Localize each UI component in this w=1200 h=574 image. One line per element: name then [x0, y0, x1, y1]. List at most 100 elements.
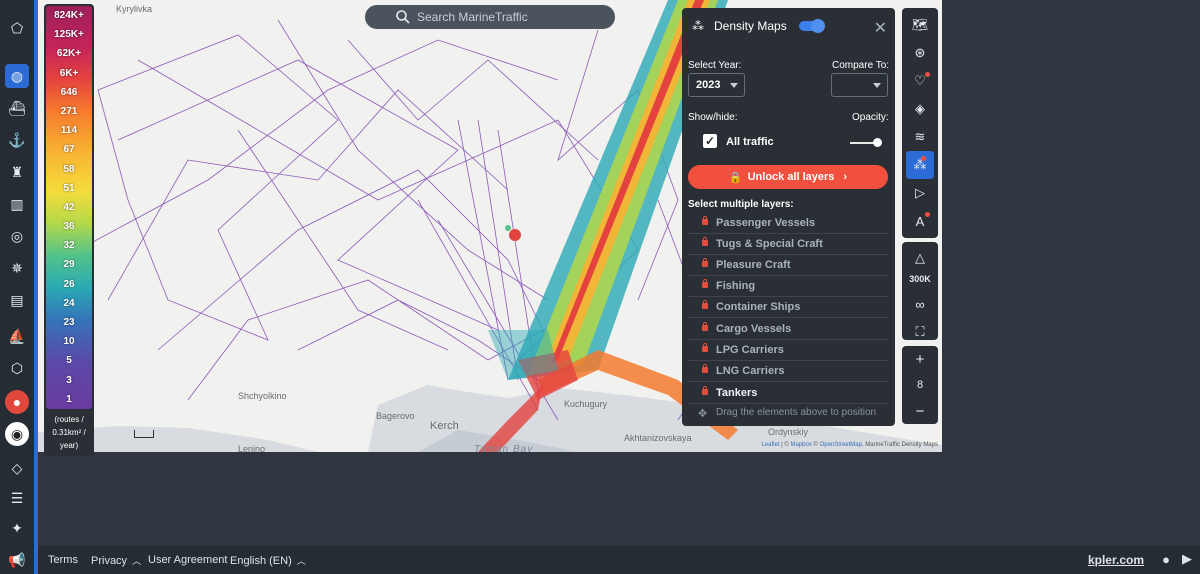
legend-tick: 3 — [66, 374, 72, 386]
place-label: Kerch — [430, 420, 459, 432]
cube-icon[interactable]: ⬡ — [5, 356, 29, 380]
wheel-icon[interactable]: ✵ — [5, 256, 29, 280]
unlock-all-layers-button[interactable]: 🔒 Unlock all layers › — [688, 165, 888, 189]
tag-icon[interactable]: ◇ — [5, 456, 29, 480]
lock-icon — [702, 258, 708, 267]
search-placeholder: Search MarineTraffic — [417, 10, 528, 24]
play-icon[interactable]: ▷ — [902, 179, 938, 207]
database-icon[interactable]: ☰ — [5, 486, 29, 510]
legend-tick: 271 — [60, 105, 78, 117]
layer-item[interactable]: Container Ships — [688, 297, 888, 318]
google-play-icon[interactable]: ▶ — [1182, 551, 1192, 567]
terms-link[interactable]: Terms — [48, 554, 78, 566]
search-icon — [396, 10, 410, 24]
legend-tick: 26 — [63, 278, 75, 290]
language-selector[interactable]: English (EN) ︿ — [230, 554, 306, 567]
layer-label: LPG Carriers — [716, 344, 784, 356]
ship-icon[interactable]: ⛴ — [5, 96, 29, 120]
signal-icon[interactable]: ◎ — [5, 224, 29, 248]
map-tools: △ 300K ∞ ⛶ — [902, 242, 938, 340]
year-select[interactable]: 2023 — [688, 73, 745, 97]
building-icon[interactable]: ▥ — [5, 192, 29, 216]
legend-tick: 67 — [63, 144, 75, 156]
mapbox-link[interactable]: Mapbox — [790, 442, 811, 448]
zoom-out-button[interactable]: − — [902, 398, 938, 424]
opacity-label: Opacity: — [852, 112, 889, 123]
map-icon[interactable]: 🗺 — [902, 11, 938, 39]
place-label: Shchyolkino — [238, 391, 287, 401]
layer-item[interactable]: Passenger Vessels — [688, 213, 888, 234]
kpler-link[interactable]: kpler.com — [1088, 553, 1144, 567]
water-label: Taman Bay — [474, 444, 534, 452]
compare-select[interactable] — [831, 73, 888, 97]
select-year-label: Select Year: — [688, 60, 742, 71]
user-agreement-link[interactable]: User Agreement — [148, 554, 227, 566]
link-icon[interactable]: ∞ — [902, 290, 938, 318]
globe-icon[interactable]: ◍ — [5, 64, 29, 88]
panel-header: ⁂ Density Maps ✕ — [682, 8, 895, 44]
layer-item[interactable]: LNG Carriers — [688, 361, 888, 382]
account-icon[interactable]: ◉ — [5, 422, 29, 446]
close-icon[interactable]: ✕ — [874, 18, 887, 38]
layer-label: Tugs & Special Craft — [716, 238, 823, 250]
density-maps-icon[interactable]: ⁂ — [906, 151, 934, 179]
year-value: 2023 — [696, 79, 721, 91]
dashboard-icon[interactable]: ▤ — [5, 288, 29, 312]
panel-title: Density Maps — [714, 19, 787, 33]
layers-icon[interactable]: ◈ — [902, 95, 938, 123]
drag-hint-text: Drag the elements above to position — [716, 407, 877, 418]
fullscreen-icon[interactable]: ⛶ — [902, 318, 938, 346]
scale-value: 300K — [909, 274, 931, 284]
privacy-link[interactable]: Privacy ︿ — [91, 554, 141, 567]
lock-icon — [702, 322, 708, 331]
measure-icon[interactable]: A — [902, 207, 938, 235]
notification-dot — [925, 212, 930, 217]
layer-item[interactable]: Cargo Vessels — [688, 319, 888, 340]
density-maps-panel: ⁂ Density Maps ✕ Select Year: Compare To… — [682, 8, 895, 426]
compare-label: Compare To: — [832, 60, 890, 71]
layer-item[interactable]: Pleasure Craft — [688, 255, 888, 276]
layer-item[interactable]: Tugs & Special Craft — [688, 234, 888, 255]
density-toggle[interactable] — [798, 19, 825, 33]
logo-icon[interactable]: ⬠ — [5, 16, 29, 40]
fleet-icon[interactable]: ⛵ — [5, 324, 29, 348]
legend-gradient: 824K+ 125K+ 62K+ 6K+ 646 271 114 67 58 5… — [46, 6, 92, 409]
legend-tick: 114 — [60, 125, 78, 137]
lock-icon — [702, 364, 708, 373]
lock-icon — [702, 237, 708, 246]
legend-tick: 646 — [60, 86, 78, 98]
layer-item[interactable]: Tankers — [688, 383, 888, 404]
user-alert-icon[interactable]: ● — [5, 390, 29, 414]
lock-icon: 🔒 — [728, 171, 743, 184]
compass-icon[interactable]: △ — [902, 244, 938, 272]
chevron-right-icon: › — [843, 171, 848, 183]
weather-icon[interactable]: ≋ — [902, 123, 938, 151]
opacity-slider[interactable] — [850, 138, 882, 147]
apple-icon[interactable]: ● — [1162, 552, 1170, 567]
mt-attribution: MarineTraffic Density Maps — [865, 442, 938, 448]
lighthouse-icon[interactable]: ♜ — [5, 160, 29, 184]
search-bar[interactable]: Search MarineTraffic — [365, 5, 615, 29]
megaphone-icon[interactable]: 📢 — [5, 548, 29, 572]
osm-link[interactable]: OpenStreetMap — [820, 442, 862, 448]
legend-tick: 10 — [63, 336, 75, 348]
layer-item[interactable]: LPG Carriers — [688, 340, 888, 361]
heart-icon[interactable]: ♡ — [902, 67, 938, 95]
legend-tick: 23 — [63, 317, 75, 328]
zoom-in-button[interactable]: + — [902, 346, 938, 372]
filters-icon[interactable]: ⊛ — [902, 39, 938, 67]
anchor-icon[interactable]: ⚓ — [5, 128, 29, 152]
layer-label: Tankers — [716, 387, 758, 399]
layer-item[interactable]: Fishing — [688, 276, 888, 297]
all-traffic-checkbox[interactable]: ✓ — [703, 134, 717, 148]
notification-dot — [921, 156, 926, 161]
sparkle-icon[interactable]: ✦ — [5, 516, 29, 540]
privacy-label: Privacy — [91, 555, 128, 567]
legend-unit-line: year) — [59, 440, 79, 450]
leaflet-link[interactable]: Leaflet — [761, 442, 779, 448]
slider-knob[interactable] — [873, 138, 882, 147]
show-hide-label: Show/hide: — [688, 112, 738, 123]
place-label: Lenino — [238, 444, 266, 452]
chevron-down-icon — [873, 83, 881, 88]
density-legend: 824K+ 125K+ 62K+ 6K+ 646 271 114 67 58 5… — [44, 4, 94, 456]
